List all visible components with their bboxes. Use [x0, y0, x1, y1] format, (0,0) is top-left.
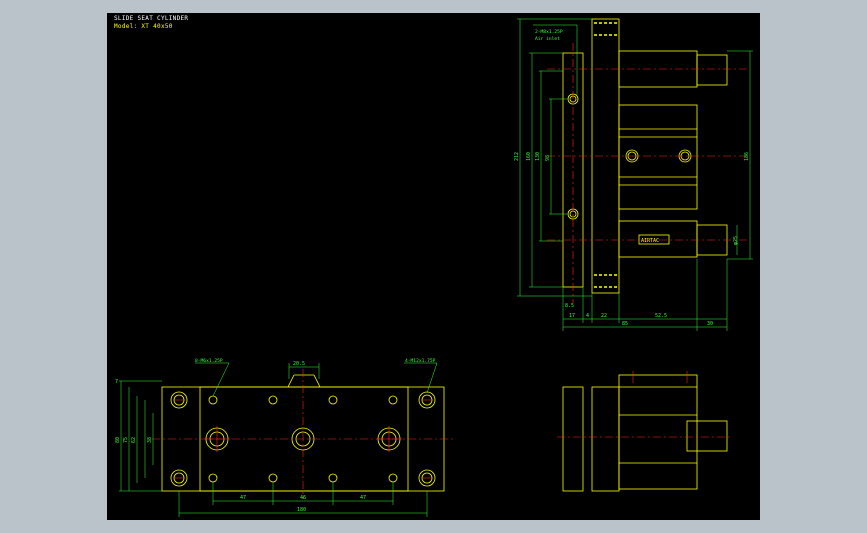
dim-186: 186 — [744, 152, 750, 161]
drawing-subtitle: Model: XT 40x50 — [114, 23, 173, 30]
note-8-m6: 8-M6x1.25P — [195, 358, 223, 364]
end-mount-plate — [562, 386, 584, 492]
drawing-title: SLIDE SEAT CYLINDER — [114, 15, 189, 22]
top-view-centerlines — [152, 369, 454, 499]
dim-38: 38 — [147, 437, 153, 443]
dim-7: 7 — [115, 379, 118, 385]
dim-98: 98 — [545, 155, 551, 161]
dim-160: 160 — [526, 152, 532, 161]
dim-20-5: 20.5 — [293, 361, 305, 367]
dim-130: 130 — [535, 152, 541, 161]
note-2-m8: 2-M8x1.25P — [535, 29, 563, 35]
end-rod — [686, 420, 728, 452]
dim-17: 17 — [569, 313, 575, 319]
upper-rod — [696, 54, 728, 86]
dim-62: 62 — [131, 437, 137, 443]
end-view — [562, 374, 728, 492]
end-body — [618, 374, 698, 490]
cad-viewport: 8-M6x1.25P 4-M12x1.75P 20.5 7 80 75 62 3… — [107, 13, 760, 520]
dim-80: 80 — [115, 437, 121, 443]
dim-46: 46 — [300, 495, 306, 501]
cad-drawing: 8-M6x1.25P 4-M12x1.75P 20.5 7 80 75 62 3… — [115, 18, 753, 517]
dim-30: 30 — [707, 321, 713, 327]
dim-8-5: 8.5 — [565, 303, 574, 309]
dim-75: 75 — [123, 437, 129, 443]
dim-47b: 47 — [360, 495, 366, 501]
dim-4: 4 — [586, 313, 589, 319]
dim-dia25: φ25 — [733, 236, 739, 245]
side-view-dimensions — [517, 18, 753, 331]
note-4-m12: 4-M12x1.75P — [405, 358, 436, 364]
drawing-title-block: SLIDE SEAT CYLINDER Model: XT 40x50 — [114, 15, 188, 31]
dim-52-5: 52.5 — [655, 313, 667, 319]
dim-22: 22 — [601, 313, 607, 319]
dim-212: 212 — [514, 152, 520, 161]
airtac-badge: AIRTAC — [641, 238, 659, 244]
note-air-inlet: Air inlet — [535, 36, 560, 42]
port-marks — [594, 22, 617, 288]
dim-85: 85 — [622, 321, 628, 327]
dim-180: 180 — [297, 507, 306, 513]
dim-47a: 47 — [240, 495, 246, 501]
end-block — [591, 386, 620, 492]
